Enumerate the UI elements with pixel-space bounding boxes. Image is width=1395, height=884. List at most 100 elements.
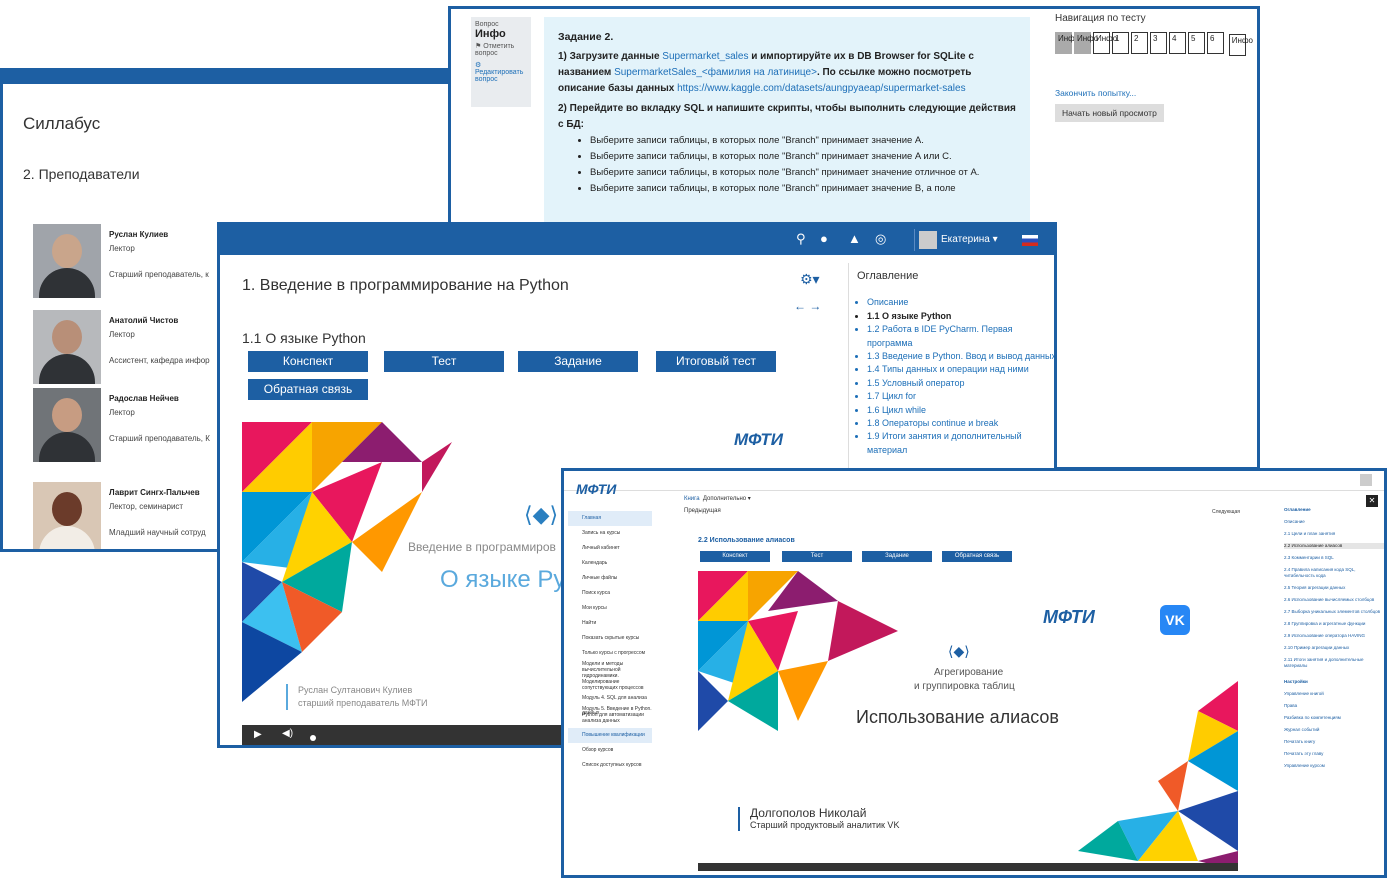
sidebar-item[interactable]: Запись на курсы	[568, 526, 652, 541]
bell-icon[interactable]: ▲	[848, 231, 861, 246]
settings-item[interactable]: Управление книгой	[1284, 691, 1384, 697]
toc-item[interactable]: 1.9 Итоги занятия и дополнительный матер…	[867, 430, 1054, 457]
toc-item[interactable]: 2.11 Итоги занятия и дополнительные мате…	[1284, 657, 1384, 669]
settings-item[interactable]: Права	[1284, 703, 1384, 709]
assignment-button[interactable]: Задание	[862, 551, 932, 562]
sidebar-item[interactable]: Только курсы с прогрессом	[568, 646, 652, 661]
toc-item[interactable]: 2.5 Теория агрегации данных	[1284, 585, 1384, 591]
user-menu[interactable]: Екатерина ▾	[914, 229, 1010, 251]
toc-item[interactable]: 1.4 Типы данных и операции над ними	[867, 363, 1054, 376]
quiz-nav-button[interactable]: 5	[1188, 32, 1205, 54]
slide-caption: Введение в программиров	[408, 540, 556, 554]
feedback-button[interactable]: Обратная связь	[248, 379, 368, 400]
sidebar-item[interactable]: Показать скрытые курсы	[568, 631, 652, 646]
summary-button[interactable]: Конспект	[700, 551, 770, 562]
sidebar-item[interactable]: Личные файлы	[568, 571, 652, 586]
toc-item[interactable]: 1.8 Операторы continue и break	[867, 417, 1054, 430]
user-name: Екатерина	[941, 234, 990, 245]
toc-item-current[interactable]: 2.2 Использование алиасов	[1284, 543, 1384, 549]
sidebar-item[interactable]: Модуль 5. Введение в Python. Python для …	[568, 706, 652, 728]
new-preview-button[interactable]: Начать новый просмотр	[1055, 104, 1164, 122]
video-slide[interactable]: Введение в программиров ⟨◆⟩ О языке Ру Р…	[242, 422, 572, 745]
sidebar-item[interactable]: Календарь	[568, 556, 652, 571]
toc-item[interactable]: 2.9 Использование оператора HAVING	[1284, 633, 1384, 639]
volume-icon[interactable]: ◀)	[282, 728, 293, 739]
settings-item[interactable]: Журнал событий	[1284, 727, 1384, 733]
sidebar-item[interactable]: Обзор курсов	[568, 743, 652, 758]
chat-icon[interactable]: ●	[820, 231, 828, 246]
question-info-panel: Вопрос Инфо ⚑ Отметить вопрос ⚙ Редактиро…	[471, 17, 531, 107]
quiz-nav-button[interactable]: 6	[1207, 32, 1224, 54]
toc-item[interactable]: 1.5 Условный оператор	[867, 377, 1054, 390]
sidebar-item[interactable]: Поиск курса	[568, 586, 652, 601]
play-icon[interactable]: ▶	[254, 729, 262, 740]
close-icon[interactable]: ✕	[1366, 495, 1378, 507]
sidebar-item[interactable]: Список доступных курсов	[568, 758, 652, 773]
assignment-button[interactable]: Задание	[518, 351, 638, 372]
feedback-button[interactable]: Обратная связь	[942, 551, 1012, 562]
sidebar-item[interactable]: Повышение квалификации	[568, 728, 652, 743]
avatar[interactable]	[1360, 474, 1372, 486]
summary-button[interactable]: Конспект	[248, 351, 368, 372]
tab-more[interactable]: Дополнительно ▾	[703, 496, 751, 502]
quiz-nav-button[interactable]: 3	[1150, 32, 1167, 54]
test-button[interactable]: Тест	[384, 351, 504, 372]
settings-item[interactable]: Печатать эту главу	[1284, 751, 1384, 757]
toc-item[interactable]: 1.3 Введение в Python. Ввод и вывод данн…	[867, 350, 1054, 363]
sidebar-item[interactable]: Личный кабинет	[568, 541, 652, 556]
tab-book[interactable]: Книга	[684, 496, 700, 502]
quiz-nav-button[interactable]: 2	[1131, 32, 1148, 54]
quiz-nav-button[interactable]: Инфо	[1055, 32, 1079, 54]
expand-arrows-icon[interactable]: ← →	[794, 299, 821, 313]
sidebar-item[interactable]: Мои курсы	[568, 601, 652, 616]
toc-item[interactable]: 2.6 Использование вычисляемых столбцов	[1284, 597, 1384, 603]
prev-link[interactable]: Предыдущая	[684, 508, 751, 514]
quiz-nav-title: Навигация по тесту	[1055, 13, 1146, 24]
sidebar-item[interactable]: Модуль 4. SQL для анализа данных	[568, 691, 652, 716]
settings-item[interactable]: Разбивка по компетенциям	[1284, 715, 1384, 721]
settings-item[interactable]: Управление курсом	[1284, 763, 1384, 769]
section-title: 1.1 О языке Python	[242, 330, 366, 346]
quiz-nav-button[interactable]: Инфо	[1228, 34, 1253, 56]
quiz-nav-button[interactable]: 1	[1112, 32, 1129, 54]
toc-item[interactable]: 1.7 Цикл for	[867, 390, 1054, 403]
quiz-nav-button[interactable]: Инфо	[1074, 32, 1098, 54]
teacher-position: Старший преподаватель, К	[109, 434, 210, 443]
edit-question-link[interactable]: Редактировать вопрос	[475, 69, 523, 83]
kaggle-link[interactable]: https://www.kaggle.com/datasets/aungpyae…	[677, 83, 966, 94]
toc-item-current[interactable]: 1.1 О языке Python	[867, 310, 1054, 323]
task-paragraph-2: 2) Перейдите во вкладку SQL и напишите с…	[558, 103, 1016, 130]
sidebar-item[interactable]: Модели и методы вычислительной гидродина…	[568, 661, 652, 691]
toc-item[interactable]: Описание	[867, 296, 1054, 309]
sidebar-item[interactable]: Найти	[568, 616, 652, 631]
task-paragraph-1: 1) Загрузите данные Supermarket_sales и …	[558, 49, 1016, 97]
gear-icon: ⚙	[475, 62, 482, 69]
toc-item[interactable]: 2.3 Комментарии в SQL	[1284, 555, 1384, 561]
video-slide[interactable]: МФТИ VK ⟨◆⟩ Агрегирование и группировка …	[698, 571, 1238, 871]
toc-item[interactable]: 1.2 Работа в IDE PyCharm. Первая програм…	[867, 323, 1054, 350]
sidebar-item-home[interactable]: Главная	[568, 511, 652, 526]
table-of-contents: Оглавление Описание 2.1 Цели и план заня…	[1284, 507, 1384, 775]
search-icon[interactable]: ⚲	[796, 231, 806, 247]
toc-item[interactable]: 1.6 Цикл while	[867, 404, 1054, 417]
toc-item[interactable]: Описание	[1284, 519, 1384, 525]
dataset-link[interactable]: Supermarket_sales	[662, 51, 748, 62]
quiz-nav-button[interactable]: Инфо	[1093, 32, 1117, 54]
toc-item[interactable]: 2.1 Цели и план занятия	[1284, 531, 1384, 537]
settings-item[interactable]: Печатать книгу	[1284, 739, 1384, 745]
final-test-button[interactable]: Итоговый тест	[656, 351, 776, 372]
quiz-nav-button[interactable]: 4	[1169, 32, 1186, 54]
video-controls[interactable]: ▶ ◀)	[242, 725, 572, 745]
toc-item[interactable]: 2.4 Правила написания кода SQL, читабель…	[1284, 567, 1384, 579]
video-controls[interactable]	[698, 863, 1238, 871]
toc-item[interactable]: 2.10 Пример агрегации данных	[1284, 645, 1384, 651]
settings-gear-icon[interactable]: ⚙▾	[800, 271, 820, 288]
language-flag-icon[interactable]	[1022, 235, 1038, 246]
finish-attempt-link[interactable]: Закончить попытку...	[1055, 88, 1253, 98]
toc-item[interactable]: 2.7 Выборка уникальных элементов столбцо…	[1284, 609, 1384, 615]
test-button[interactable]: Тест	[782, 551, 852, 562]
eye-slash-icon[interactable]: ◎	[875, 231, 886, 247]
toc-item[interactable]: 2.8 Группировка и агрегатные функции	[1284, 621, 1384, 627]
seek-handle[interactable]	[310, 735, 316, 741]
flag-question-link[interactable]: Отметить вопрос	[475, 43, 514, 57]
